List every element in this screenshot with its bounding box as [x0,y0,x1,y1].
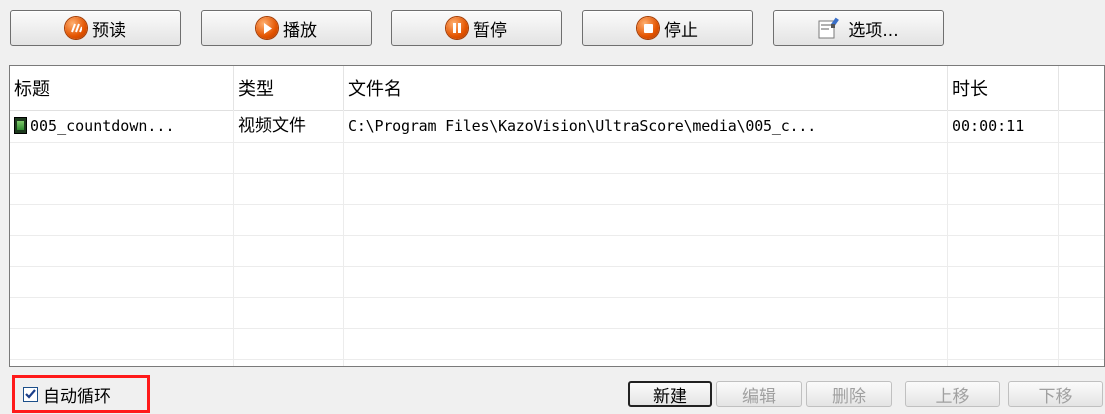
pause-button[interactable]: 暂停 [391,10,562,46]
cell-type: 视频文件 [238,116,306,136]
column-header-type[interactable]: 类型 [234,66,344,110]
stop-icon [637,17,659,39]
preread-button[interactable]: 预读 [10,10,181,46]
bottom-bar: 自动循环 新建 编辑 删除 上移 下移 [0,369,1105,414]
preread-label: 预读 [92,20,126,41]
move-up-button[interactable]: 上移 [905,381,1000,407]
pause-icon [446,17,468,39]
move-down-button[interactable]: 下移 [1008,381,1103,407]
options-label: 选项... [848,20,899,41]
preread-icon [65,17,87,39]
table-row[interactable]: 005_countdown... 视频文件 C:\Program Files\K… [10,111,1104,142]
play-icon [256,17,278,39]
pause-label: 暂停 [473,20,507,41]
video-file-icon [14,116,27,134]
stop-button[interactable]: 停止 [582,10,753,46]
cell-title: 005_countdown... [10,111,234,142]
auto-loop-checkbox[interactable]: 自动循环 [12,375,150,413]
column-header-filename[interactable]: 文件名 [344,66,948,110]
playlist-list[interactable]: 标题 类型 文件名 时长 005_countdown... 视频文件 C:\Pr… [9,65,1105,367]
checkbox-checked-icon[interactable] [23,386,38,402]
toolbar: 预读 播放 暂停 停止 选项... [0,0,1105,58]
column-header-title[interactable]: 标题 [10,66,234,110]
delete-button[interactable]: 删除 [806,381,892,407]
new-button[interactable]: 新建 [628,381,712,407]
play-button[interactable]: 播放 [201,10,372,46]
options-icon [818,17,842,39]
stop-label: 停止 [664,20,698,41]
cell-duration: 00:00:11 [952,117,1025,135]
options-button[interactable]: 选项... [773,10,944,46]
edit-button[interactable]: 编辑 [716,381,802,407]
list-header: 标题 类型 文件名 时长 [10,66,1104,111]
playlist-panel: 预读 播放 暂停 停止 选项... 标题 类型 文件名 时长 005_count… [0,0,1105,414]
auto-loop-label: 自动循环 [43,386,111,407]
cell-filename: C:\Program Files\KazoVision\UltraScore\m… [348,117,817,135]
play-label: 播放 [283,20,317,41]
column-header-duration[interactable]: 时长 [948,66,1059,110]
